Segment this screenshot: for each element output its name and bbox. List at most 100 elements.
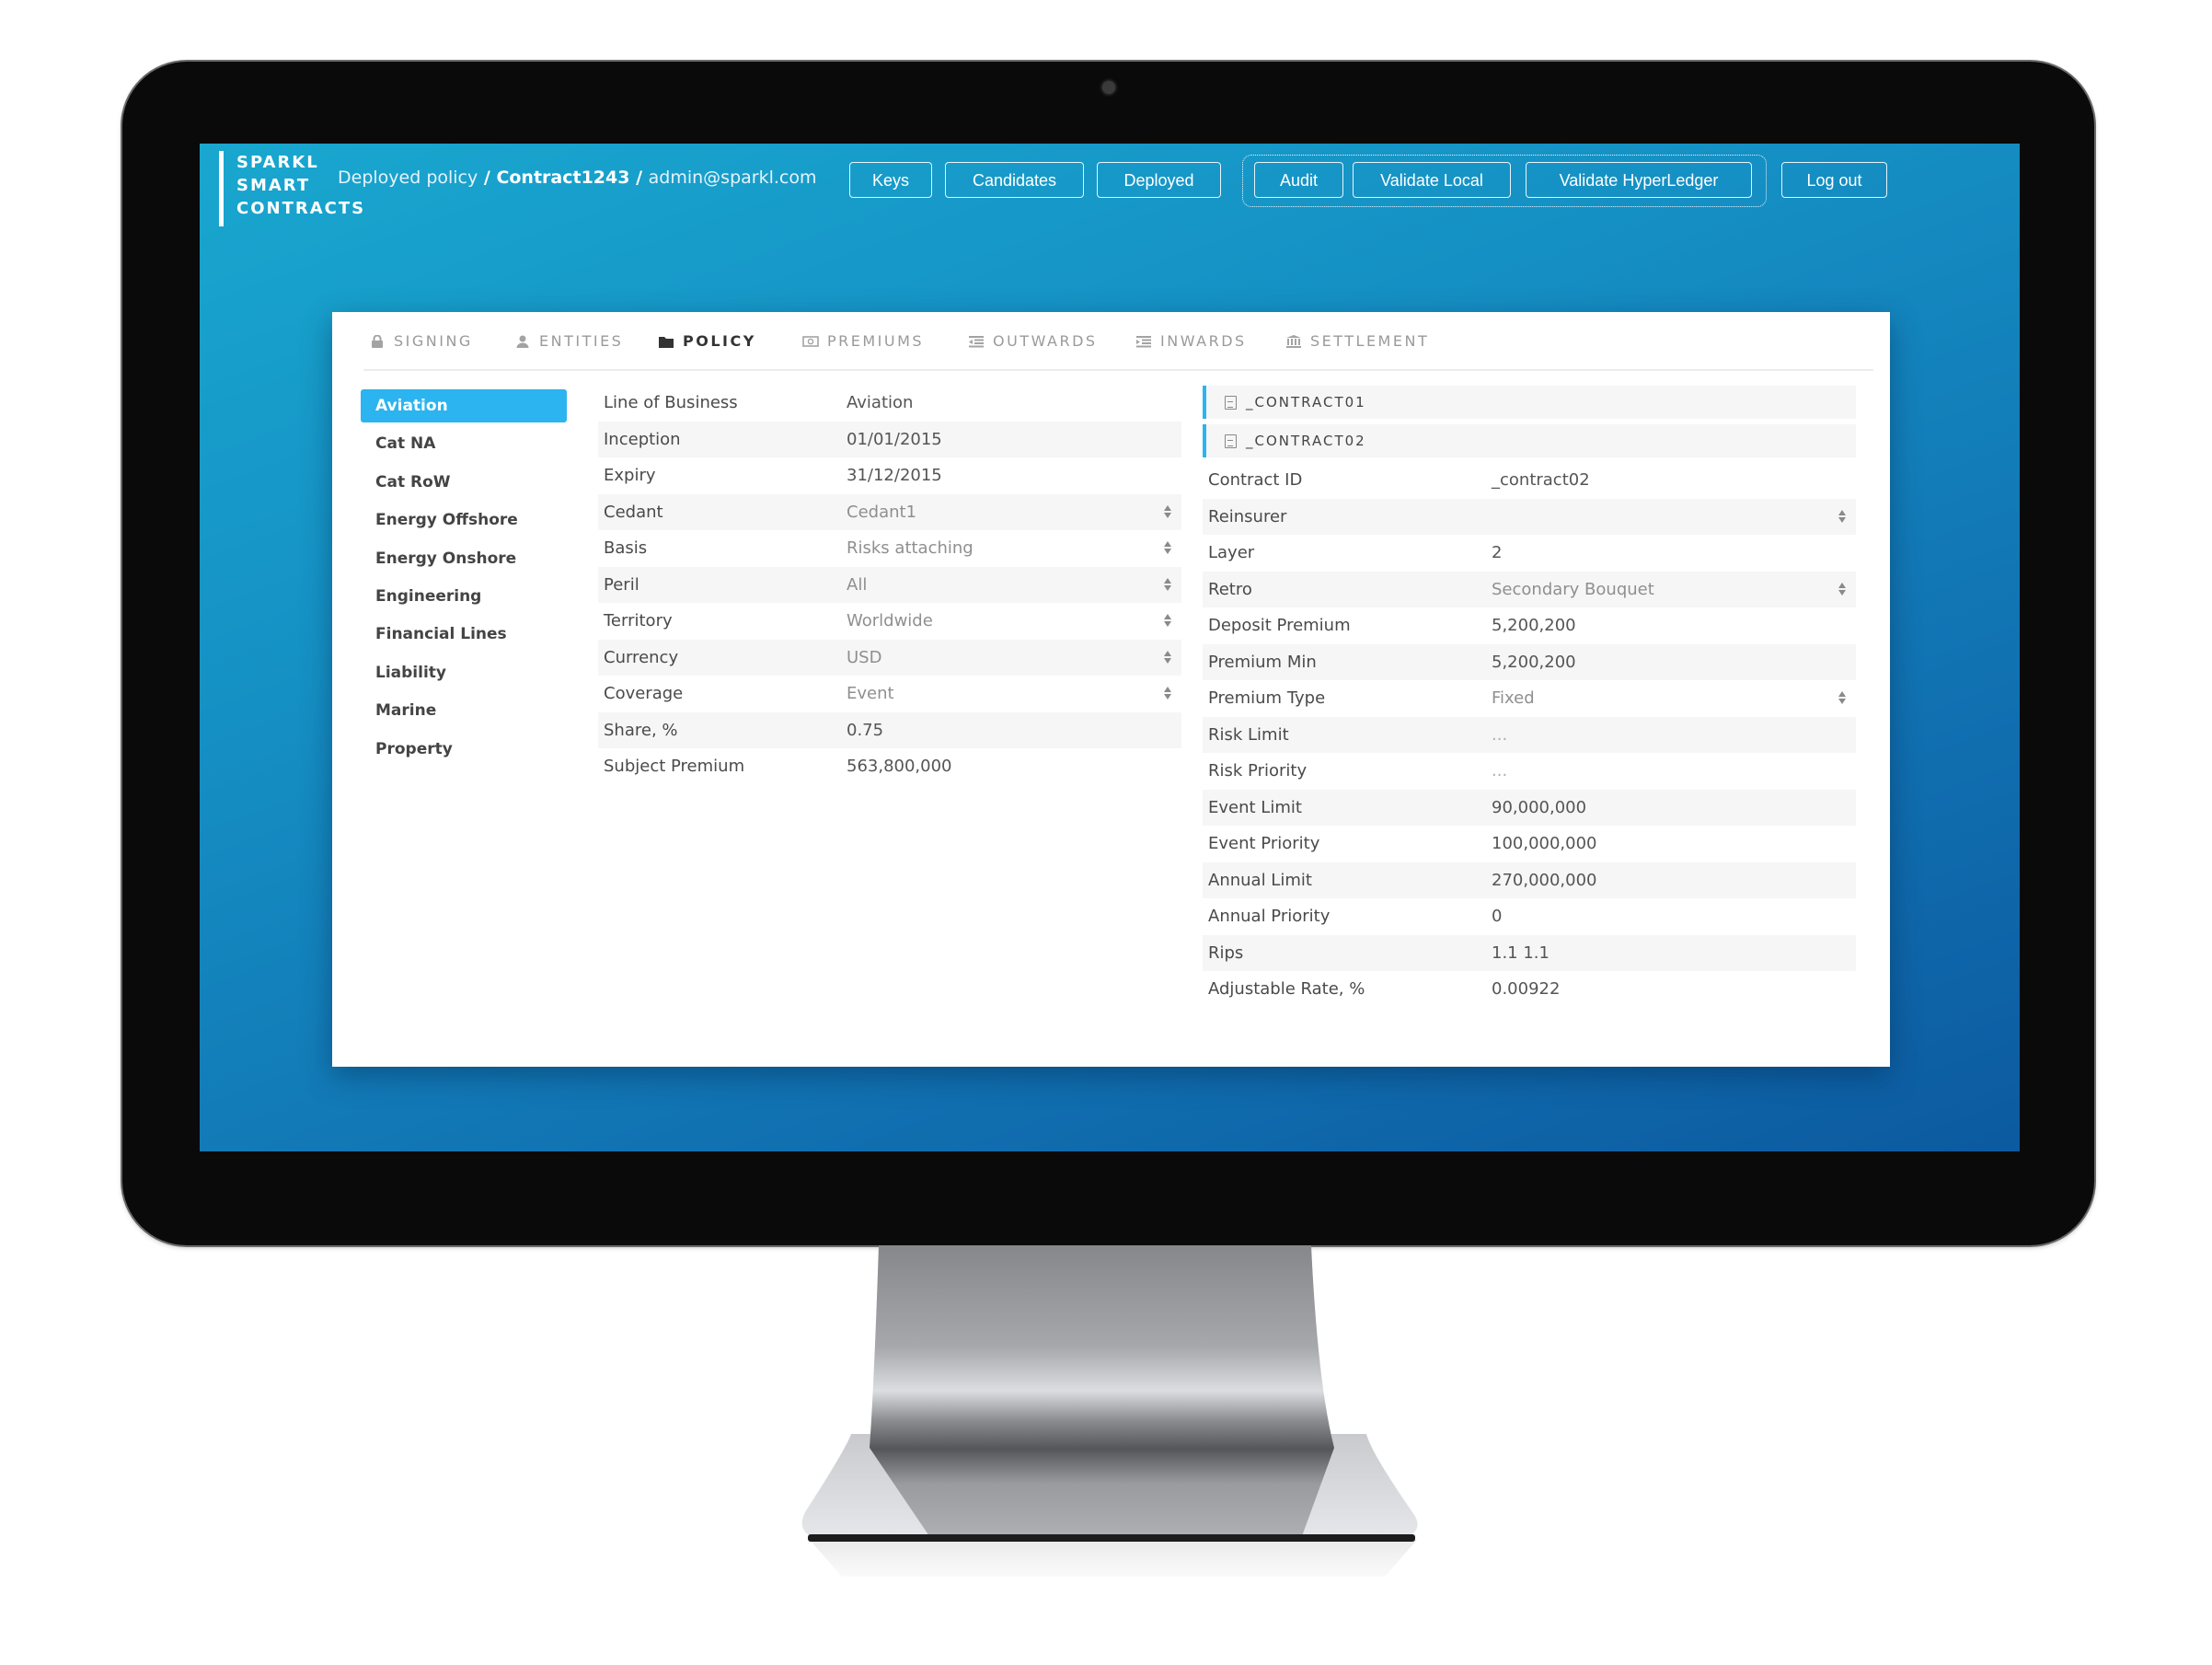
sidebar-item-cat-na[interactable]: Cat NA [361,427,567,460]
audit-button[interactable]: Audit [1254,162,1343,198]
field-select[interactable]: Secondary Bouquet [1492,580,1654,599]
field-row-coverage: Coverage Event [598,676,1181,712]
field-value: 0.00922 [1492,979,1561,1000]
select-arrows-icon[interactable] [1163,686,1172,701]
field-select[interactable]: Risks attaching [847,538,974,558]
field-value: ... [1492,724,1508,745]
field-value: _contract02 [1492,470,1590,491]
field-label: Line of Business [604,393,738,413]
sidebar-item-marine[interactable]: Marine [361,694,567,727]
tab-inwards[interactable]: INWARDS [1135,332,1247,350]
field-label: Contract ID [1208,470,1303,491]
field-row-inception: Inception 01/01/2015 [598,421,1181,457]
field-row-premium-type: Premium Type Fixed [1203,680,1856,717]
field-row-premium-min: Premium Min 5,200,200 [1203,643,1856,680]
field-row-rips: Rips 1.1 1.1 [1203,934,1856,971]
tab-signing[interactable]: SIGNING [369,332,473,350]
field-row-annual-priority: Annual Priority 0 [1203,898,1856,935]
field-value: 100,000,000 [1492,834,1597,854]
field-label: Premium Type [1208,688,1326,709]
field-select[interactable]: Event [847,684,894,703]
validate-local-button[interactable]: Validate Local [1353,162,1511,198]
select-arrows-icon[interactable] [1163,650,1172,665]
field-select[interactable]: All [847,575,867,595]
breadcrumb-separator: / [478,168,497,188]
field-label: Event Limit [1208,797,1302,817]
sidebar-item-aviation[interactable]: Aviation [361,389,567,422]
tab-premiums[interactable]: PREMIUMS [802,332,924,350]
select-arrows-icon[interactable] [1163,540,1172,556]
sidebar-item-energy-offshore[interactable]: Energy Offshore [361,503,567,537]
bank-icon [1286,334,1301,348]
contract-item[interactable]: _CONTRACT01 [1203,386,1856,419]
breadcrumb-user: admin@sparkl.com [648,168,817,188]
breadcrumb-contract: Contract1243 [496,168,630,188]
field-select[interactable]: Cedant1 [847,503,916,522]
field-select[interactable]: Worldwide [847,611,933,630]
tab-settlement[interactable]: SETTLEMENT [1285,332,1429,350]
tab-label: SIGNING [394,332,473,350]
tab-label: PREMIUMS [827,332,925,350]
tab-policy[interactable]: POLICY [658,332,756,350]
field-row-cedant: Cedant Cedant1 [598,493,1181,530]
field-label: Event Priority [1208,834,1320,854]
tab-label: OUTWARDS [993,332,1098,350]
field-value: Aviation [847,393,914,413]
document-icon [1225,434,1237,448]
validate-hyperledger-button[interactable]: Validate HyperLedger [1526,162,1752,198]
sidebar-item-financial-lines[interactable]: Financial Lines [361,618,567,651]
breadcrumb-section: Deployed policy [338,168,478,188]
field-label: Risk Priority [1208,761,1308,781]
field-label: Coverage [604,684,684,704]
field-value: ... [1492,761,1508,781]
field-row-adjustable-rate: Adjustable Rate, % 0.00922 [1203,971,1856,1008]
field-value: 0 [1492,907,1503,927]
field-label: Expiry [604,466,656,486]
field-row-currency: Currency USD [598,639,1181,676]
select-arrows-icon[interactable] [1163,577,1172,593]
field-label: Rips [1208,942,1244,963]
select-arrows-icon[interactable] [1838,509,1847,525]
deployed-button[interactable]: Deployed [1097,162,1221,198]
select-arrows-icon[interactable] [1163,613,1172,629]
field-select[interactable]: USD [847,648,881,667]
brand-line: CONTRACTS [236,199,366,218]
field-label: Territory [604,611,673,631]
sidebar-item-property[interactable]: Property [361,733,567,766]
tab-bar: SIGNING ENTITIES POLICY PREMIUMS OUTWARD… [363,312,1873,371]
policy-card: SIGNING ENTITIES POLICY PREMIUMS OUTWARD… [332,312,1890,1067]
field-select[interactable]: Fixed [1492,688,1535,708]
tab-label: INWARDS [1160,332,1247,350]
tab-entities[interactable]: ENTITIES [514,332,623,350]
field-label: Annual Priority [1208,907,1331,927]
sidebar-item-energy-onshore[interactable]: Energy Onshore [361,542,567,575]
logout-button[interactable]: Log out [1781,162,1887,198]
tab-label: ENTITIES [539,332,624,350]
contract-item[interactable]: _CONTRACT02 [1203,424,1856,457]
folder-icon [659,336,674,348]
field-label: Currency [604,647,679,667]
field-value: 5,200,200 [1492,616,1576,636]
monitor-stand [801,1245,1418,1577]
field-label: Layer [1208,543,1255,563]
select-arrows-icon[interactable] [1163,504,1172,520]
field-row-subject-premium: Subject Premium 563,800,000 [598,748,1181,785]
sidebar-item-liability[interactable]: Liability [361,656,567,689]
sidebar-item-cat-row[interactable]: Cat RoW [361,466,567,499]
field-value: 5,200,200 [1492,652,1576,672]
field-row-line-of-business: Line of Business Aviation [598,385,1181,422]
camera-icon [1102,81,1115,94]
tab-outwards[interactable]: OUTWARDS [968,332,1098,350]
field-value: 1.1 1.1 [1492,942,1550,963]
field-row-risk-limit: Risk Limit... [1203,716,1856,753]
select-arrows-icon[interactable] [1838,690,1847,706]
select-arrows-icon[interactable] [1838,582,1847,597]
field-row-territory: Territory Worldwide [598,603,1181,640]
sidebar-item-engineering[interactable]: Engineering [361,580,567,613]
keys-button[interactable]: Keys [849,162,932,198]
candidates-button[interactable]: Candidates [945,162,1084,198]
field-value: 2 [1492,543,1503,563]
app-screen: SPARKL SMART CONTRACTS Deployed policy /… [200,144,2020,1151]
field-label: Retro [1208,579,1252,599]
contract-label: _CONTRACT01 [1246,394,1366,410]
